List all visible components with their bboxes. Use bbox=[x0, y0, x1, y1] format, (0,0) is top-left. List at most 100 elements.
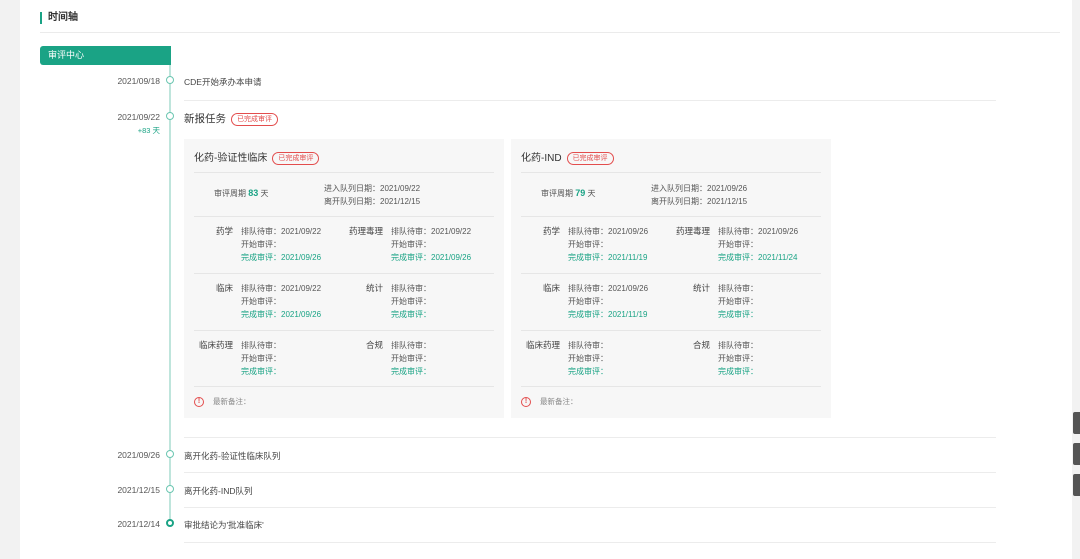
leave-queue-date: 离开队列日期：2021/12/15 bbox=[651, 197, 748, 206]
discipline-block: 统计 排队待审： 开始审评： 完成审评： bbox=[334, 282, 484, 322]
queue-date: 排队待审：2021/09/26 bbox=[718, 227, 799, 236]
done-date: 完成审评： bbox=[391, 367, 431, 376]
section-title: 时间轴 bbox=[40, 12, 78, 24]
divider bbox=[194, 172, 494, 173]
discipline-dates: 排队待审：2021/09/22 开始审评： 完成审评：2021/09/26 bbox=[241, 282, 321, 321]
divider bbox=[521, 216, 821, 217]
timeline-dot-icon bbox=[166, 519, 174, 527]
discipline-name: 药理毒理 bbox=[675, 226, 710, 236]
queue-date: 排队待审：2021/09/22 bbox=[241, 227, 322, 236]
divider bbox=[184, 100, 996, 101]
discipline-dates: 排队待审： 开始审评： 完成审评： bbox=[718, 282, 758, 321]
start-date: 开始审评： bbox=[568, 297, 608, 306]
start-date: 开始审评： bbox=[391, 240, 431, 249]
start-date: 开始审评： bbox=[241, 297, 281, 306]
timeline-panel: 时间轴 审评中心 2021/09/18 CDE开始承办本申请 2021/09/2… bbox=[20, 0, 1072, 559]
discipline-dates: 排队待审：2021/09/26 开始审评： 完成审评：2021/11/19 bbox=[568, 282, 648, 321]
queue-date: 排队待审： bbox=[568, 341, 608, 350]
discipline-name: 临床 bbox=[215, 283, 233, 293]
done-date: 完成审评：2021/11/19 bbox=[568, 310, 648, 319]
divider bbox=[194, 273, 494, 274]
task-title: 新报任务 已完成审评 bbox=[184, 111, 278, 126]
card-title-text: 化药-验证性临床 bbox=[194, 153, 268, 164]
enter-queue-date: 进入队列日期：2021/09/26 bbox=[651, 184, 748, 193]
queue-date: 排队待审：2021/09/26 bbox=[568, 284, 649, 293]
discipline-dates: 排队待审： 开始审评： 完成审评： bbox=[391, 339, 431, 378]
status-badge: 已完成审评 bbox=[272, 151, 320, 165]
timeline-dot-icon bbox=[166, 485, 174, 493]
discipline-name: 临床药理 bbox=[198, 340, 233, 350]
leave-queue-date: 离开队列日期：2021/12/15 bbox=[324, 197, 421, 206]
done-date: 完成审评：2021/09/26 bbox=[241, 253, 322, 262]
status-badge: 已完成审评 bbox=[566, 151, 614, 165]
period-days: 83 bbox=[248, 188, 259, 198]
queue-date: 排队待审：2021/09/26 bbox=[568, 227, 649, 236]
status-badge: 已完成审评 bbox=[231, 112, 278, 126]
discipline-name: 药学 bbox=[542, 226, 560, 236]
queue-dates: 进入队列日期：2021/09/26 离开队列日期：2021/12/15 bbox=[651, 182, 747, 208]
divider bbox=[194, 386, 494, 387]
discipline-block: 药理毒理 排队待审：2021/09/26 开始审评： 完成审评：2021/11/24 bbox=[661, 225, 811, 265]
divider bbox=[194, 330, 494, 331]
discipline-name: 临床 bbox=[542, 283, 560, 293]
discipline-name: 统计 bbox=[365, 283, 383, 293]
latest-note: ! 最新备注： bbox=[521, 396, 578, 407]
divider bbox=[521, 172, 821, 173]
start-date: 开始审评： bbox=[568, 354, 608, 363]
discipline-name: 临床药理 bbox=[525, 340, 560, 350]
discipline-name: 药学 bbox=[215, 226, 233, 236]
done-date: 完成审评：2021/09/26 bbox=[391, 253, 472, 262]
review-center-tag: 审评中心 bbox=[40, 46, 170, 65]
discipline-block: 药学 排队待审：2021/09/26 开始审评： 完成审评：2021/11/19 bbox=[511, 225, 661, 265]
divider bbox=[184, 542, 996, 543]
discipline-block: 临床 排队待审：2021/09/22 开始审评： 完成审评：2021/09/26 bbox=[184, 282, 334, 322]
discipline-dates: 排队待审： 开始审评： 完成审评： bbox=[241, 339, 281, 378]
start-date: 开始审评： bbox=[241, 354, 281, 363]
card-title-text: 化药-IND bbox=[521, 153, 562, 164]
done-date: 完成审评：2021/11/24 bbox=[718, 253, 798, 262]
discipline-dates: 排队待审： 开始审评： 完成审评： bbox=[718, 339, 758, 378]
warning-icon: ! bbox=[194, 396, 204, 407]
start-date: 开始审评： bbox=[718, 297, 758, 306]
timeline-dot-icon bbox=[166, 76, 174, 84]
start-date: 开始审评： bbox=[391, 354, 431, 363]
start-date: 开始审评： bbox=[718, 354, 758, 363]
event-date: 2021/09/18 bbox=[117, 76, 160, 86]
done-date: 完成审评： bbox=[718, 367, 758, 376]
queue-card: 化药-IND 已完成审评 审评周期 79 天 进入队列日期：2021/09/26 … bbox=[511, 139, 831, 418]
event-date: 2021/12/14 bbox=[117, 519, 160, 529]
discipline-dates: 排队待审： 开始审评： 完成审评： bbox=[568, 339, 608, 378]
divider bbox=[194, 216, 494, 217]
period-unit: 天 bbox=[587, 189, 596, 198]
event-text: 审批结论为'批准临床' bbox=[184, 520, 264, 530]
divider bbox=[521, 273, 821, 274]
discipline-dates: 排队待审：2021/09/26 开始审评： 完成审评：2021/11/24 bbox=[718, 225, 798, 264]
divider bbox=[40, 32, 1060, 33]
queue-date: 排队待审：2021/09/22 bbox=[241, 284, 322, 293]
divider bbox=[184, 437, 996, 438]
period-unit: 天 bbox=[260, 189, 269, 198]
note-label: 最新备注： bbox=[213, 397, 251, 406]
discipline-name: 药理毒理 bbox=[348, 226, 383, 236]
discipline-name: 统计 bbox=[692, 283, 710, 293]
card-title: 化药-IND 已完成审评 bbox=[521, 149, 614, 165]
event-date: 2021/09/22 bbox=[117, 112, 160, 122]
start-date: 开始审评： bbox=[241, 240, 281, 249]
discipline-block: 合规 排队待审： 开始审评： 完成审评： bbox=[334, 339, 484, 379]
timeline-dot-icon bbox=[166, 112, 174, 120]
discipline-name: 合规 bbox=[365, 340, 383, 350]
event-date: 2021/09/26 bbox=[117, 450, 160, 460]
discipline-block: 药学 排队待审：2021/09/22 开始审评： 完成审评：2021/09/26 bbox=[184, 225, 334, 265]
side-float-button[interactable] bbox=[1073, 474, 1080, 496]
queue-date: 排队待审：2021/09/22 bbox=[391, 227, 472, 236]
task-title-text: 新报任务 bbox=[184, 113, 226, 125]
side-float-button[interactable] bbox=[1073, 412, 1080, 434]
queue-date: 排队待审： bbox=[391, 284, 431, 293]
queue-date: 排队待审： bbox=[718, 284, 758, 293]
queue-dates: 进入队列日期：2021/09/22 离开队列日期：2021/12/15 bbox=[324, 182, 420, 208]
side-float-button[interactable] bbox=[1073, 443, 1080, 465]
discipline-block: 统计 排队待审： 开始审评： 完成审评： bbox=[661, 282, 811, 322]
queue-date: 排队待审： bbox=[391, 341, 431, 350]
event-date: 2021/12/15 bbox=[117, 485, 160, 495]
queue-date: 排队待审： bbox=[718, 341, 758, 350]
